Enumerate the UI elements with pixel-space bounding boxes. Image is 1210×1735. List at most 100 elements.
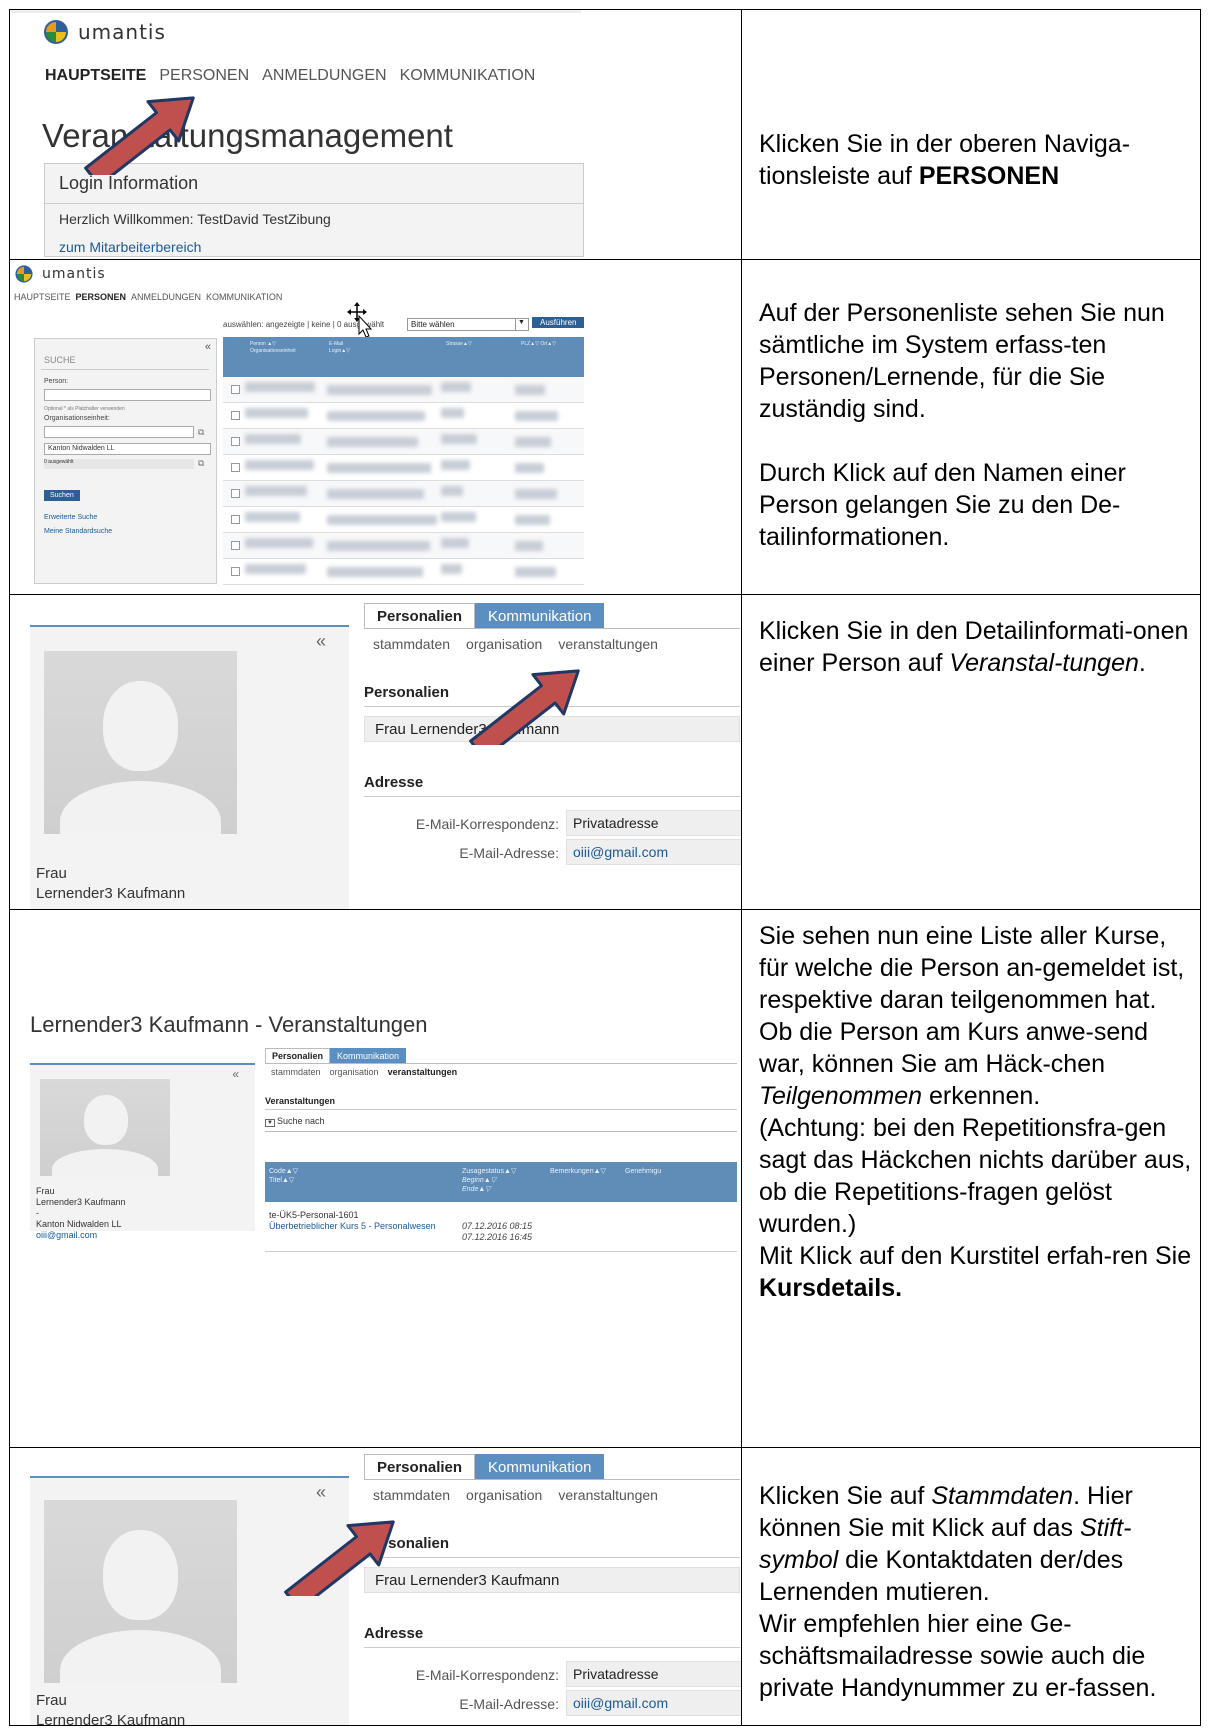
sub-stammdaten[interactable]: stammdaten xyxy=(373,1487,450,1503)
row-checkbox[interactable] xyxy=(231,437,240,446)
redacted-cell xyxy=(515,385,545,395)
org-input[interactable] xyxy=(44,426,194,438)
employee-area-link[interactable]: zum Mitarbeiterbereich xyxy=(45,227,583,255)
person-input[interactable] xyxy=(44,389,211,401)
col-status[interactable]: Zusagestatus▲▽ Beginn▲▽ Ende▲▽ xyxy=(462,1167,516,1194)
redacted-cell xyxy=(245,486,307,496)
instruction-1: Klicken Sie in der oberen Naviga-tionsle… xyxy=(759,128,1195,192)
course-title-link[interactable]: Überbetrieblicher Kurs 5 - Personalwesen xyxy=(269,1221,436,1232)
table-row[interactable] xyxy=(223,403,584,429)
org-selected: Kanton Nidwalden LL xyxy=(44,443,211,455)
instruction-2-p1: Auf der Personenliste sehen Sie nun sämt… xyxy=(759,299,1165,423)
nav-personen[interactable]: PERSONEN xyxy=(159,67,249,85)
bulk-action-select[interactable]: Bitte wählen ▼ xyxy=(407,318,529,331)
sub-organisation[interactable]: organisation xyxy=(466,636,542,652)
email-value[interactable]: oiii@gmail.com xyxy=(566,1690,741,1716)
row-checkbox[interactable] xyxy=(231,463,240,472)
col-street[interactable]: Strasse▲▽ xyxy=(446,341,472,347)
collapse-icon[interactable]: « xyxy=(316,631,326,652)
divider xyxy=(41,369,209,370)
redacted-cell xyxy=(441,460,470,470)
events-table-header: Code▲▽ Titel▲▽ Zusagestatus▲▽ Beginn▲▽ Ende… xyxy=(265,1162,737,1202)
col-email[interactable]: E-Mail Login▲▽ xyxy=(329,341,350,355)
tab-personalien[interactable]: Personalien xyxy=(364,1454,476,1480)
sub-stammdaten[interactable]: stammdaten xyxy=(373,636,450,652)
document: umantis HAUPTSEITE PERSONEN ANMELDUNGEN … xyxy=(9,9,1201,1726)
email-value[interactable]: oiii@gmail.com xyxy=(566,839,741,865)
email-corr-value: Privatadresse xyxy=(566,1661,741,1687)
tab-kommunikation[interactable]: Kommunikation xyxy=(475,603,605,629)
table-row[interactable] xyxy=(223,533,584,559)
chevron-down-icon: ▼ xyxy=(515,319,527,330)
redacted-cell xyxy=(515,463,544,473)
tab-personalien[interactable]: Personalien xyxy=(265,1048,331,1063)
nav-hauptseite[interactable]: HAUPTSEITE xyxy=(14,292,71,302)
redacted-cell xyxy=(245,382,315,392)
umantis-logo-icon xyxy=(14,264,34,284)
row-checkbox[interactable] xyxy=(231,567,240,576)
table-row[interactable] xyxy=(223,429,584,455)
advanced-search-link[interactable]: Erweiterte Suche xyxy=(44,514,97,521)
sub-veranstaltungen[interactable]: veranstaltungen xyxy=(388,1067,458,1077)
divider xyxy=(265,1251,737,1252)
table-row[interactable] xyxy=(223,455,584,481)
search-button[interactable]: Suchen xyxy=(44,490,80,501)
col-person[interactable]: Person ▲▽ Organisationseinheit xyxy=(250,341,296,355)
instruction-5: Klicken Sie auf Stammdaten. Hier können … xyxy=(759,1480,1195,1704)
sub-veranstaltungen[interactable]: veranstaltungen xyxy=(558,1487,658,1503)
redacted-cell xyxy=(327,541,430,551)
sub-organisation[interactable]: organisation xyxy=(466,1487,542,1503)
kursdetails-bold: Kursdetails. xyxy=(759,1274,903,1302)
search-toggle[interactable]: ▼ Suche nach xyxy=(265,1116,325,1127)
row-checkbox[interactable] xyxy=(231,411,240,420)
redacted-cell xyxy=(327,437,418,447)
table-row[interactable] xyxy=(223,481,584,507)
logo-small: umantis xyxy=(14,264,106,284)
tab-kommunikation[interactable]: Kommunikation xyxy=(330,1048,407,1063)
step-row-3: « Frau Lernender3 Kaufmann Personalien K… xyxy=(9,594,1201,909)
table-row[interactable] xyxy=(223,559,584,585)
nav-personen[interactable]: PERSONEN xyxy=(76,292,127,302)
collapse-icon[interactable]: « xyxy=(316,1482,326,1503)
page-title: Veranstaltungsmanagement xyxy=(42,117,453,154)
nav-anmeldungen[interactable]: ANMELDUNGEN xyxy=(262,67,386,85)
col-remarks[interactable]: Bemerkungen▲▽ xyxy=(550,1167,606,1176)
side-email[interactable]: oiii@gmail.com xyxy=(36,1230,126,1241)
side-salutation: Frau xyxy=(36,1692,67,1709)
copy-icon[interactable]: ⧉ xyxy=(198,458,204,469)
col-approval[interactable]: Genehmigu xyxy=(625,1167,661,1176)
copy-icon[interactable]: ⧉ xyxy=(198,427,204,438)
collapse-icon[interactable]: « xyxy=(205,341,211,353)
nav-kommunikation[interactable]: KOMMUNIKATION xyxy=(400,67,536,85)
nav-kommunikation[interactable]: KOMMUNIKATION xyxy=(206,292,282,302)
table-row[interactable] xyxy=(223,507,584,533)
redacted-cell xyxy=(515,567,556,577)
standard-search-link[interactable]: Meine Standardsuche xyxy=(44,528,112,535)
collapse-icon[interactable]: « xyxy=(232,1067,239,1081)
nav-anmeldungen[interactable]: ANMELDUNGEN xyxy=(131,292,201,302)
side-name: Lernender3 Kaufmann xyxy=(36,885,186,902)
course-begin: 07.12.2016 08:15 xyxy=(462,1221,533,1231)
row-checkbox[interactable] xyxy=(231,385,240,394)
execute-button[interactable]: Ausführen xyxy=(532,317,585,328)
redacted-cell xyxy=(441,538,469,548)
teilgenommen-italic: Teilgenommen xyxy=(759,1082,923,1110)
sub-stammdaten[interactable]: stammdaten xyxy=(271,1067,321,1077)
col-code-titel[interactable]: Code▲▽ Titel▲▽ xyxy=(269,1167,298,1185)
col-plz[interactable]: PLZ▲▽ Ort▲▽ xyxy=(521,341,556,347)
sub-organisation[interactable]: organisation xyxy=(330,1067,379,1077)
screenshot-3: « Frau Lernender3 Kaufmann Personalien K… xyxy=(11,595,741,909)
welcome-text: Herzlich Willkommen: TestDavid TestZibun… xyxy=(59,211,331,227)
nav-hauptseite[interactable]: HAUPTSEITE xyxy=(45,67,146,85)
sub-veranstaltungen[interactable]: veranstaltungen xyxy=(558,636,658,652)
row-checkbox[interactable] xyxy=(231,489,240,498)
table-row[interactable] xyxy=(223,377,584,403)
course-end: 07.12.2016 16:45 xyxy=(462,1232,533,1242)
row-checkbox[interactable] xyxy=(231,515,240,524)
instruction-5-p1: Klicken Sie auf Stammdaten. Hier können … xyxy=(759,1482,1133,1606)
table-header: Person ▲▽ Organisationseinheit E-Mail Logi… xyxy=(223,337,584,377)
tab-personalien[interactable]: Personalien xyxy=(364,603,476,629)
tab-kommunikation[interactable]: Kommunikation xyxy=(475,1454,605,1480)
row-checkbox[interactable] xyxy=(231,541,240,550)
toggle-icon: ▼ xyxy=(265,1119,275,1127)
